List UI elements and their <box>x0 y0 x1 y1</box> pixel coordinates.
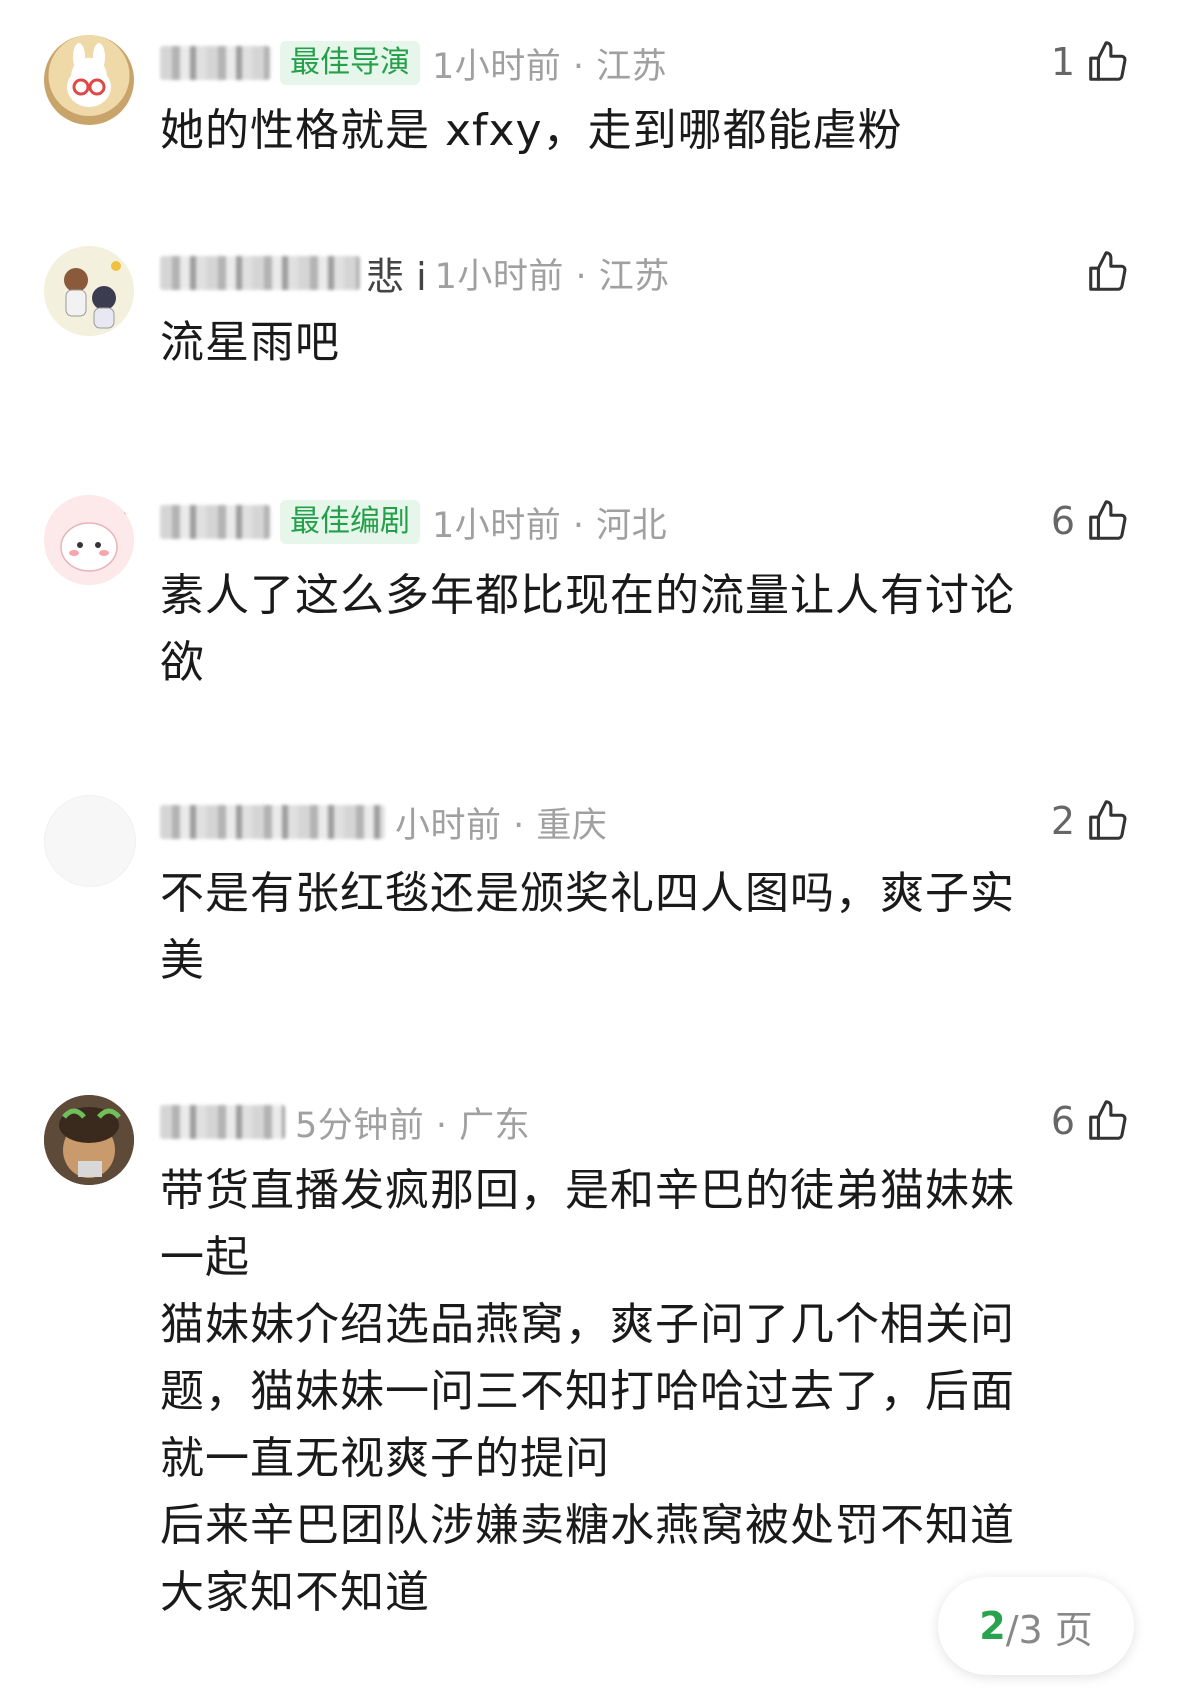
comment-text: 她的性格就是 xfxy，走到哪都能虐粉 <box>160 105 903 156</box>
comment-meta: 悲 i 1小时前 · 江苏 <box>160 248 670 299</box>
username-partial: 悲 i <box>366 254 427 299</box>
comment-meta: 5分钟前 · 广东 <box>160 1097 530 1147</box>
thumbs-up-icon <box>1085 39 1131 85</box>
avatar-image-icon <box>44 1095 134 1185</box>
comment-text: 带货直播发疯那回，是和辛巴的徒弟猫妹妹 一起 猫妹妹介绍选品燕窝，爽子问了几个相… <box>160 1165 1015 1618</box>
avatar[interactable] <box>44 1095 134 1185</box>
avatar[interactable] <box>44 795 136 887</box>
thumbs-up-icon <box>1085 1098 1131 1144</box>
time-location: 小时前 · 重庆 <box>395 805 608 846</box>
like-button[interactable]: 6 <box>1051 491 1131 551</box>
avatar[interactable] <box>44 495 134 585</box>
username-blurred[interactable] <box>160 505 270 539</box>
thumbs-up-icon <box>1085 249 1131 295</box>
comment-text: 不是有张红毯还是颁奖礼四人图吗，爽子实 美 <box>160 868 1015 986</box>
comment-text: 素人了这么多年都比现在的流量让人有讨论 欲 <box>160 570 1015 688</box>
like-button[interactable] <box>1085 242 1131 302</box>
username-blurred[interactable] <box>160 1105 285 1139</box>
like-count: 6 <box>1050 499 1075 543</box>
award-badge: 最佳导演 <box>280 41 420 85</box>
like-count: 2 <box>1050 799 1075 843</box>
comment-meta: 最佳导演 1小时前 · 江苏 <box>160 38 667 88</box>
current-page: 2 <box>979 1604 1006 1648</box>
avatar[interactable] <box>44 246 134 336</box>
time-location: 1小时前 · 江苏 <box>434 256 670 297</box>
like-button[interactable]: 1 <box>1051 32 1131 92</box>
total-pages: /3 页 <box>1005 1607 1093 1652</box>
avatar-image-icon <box>67 43 111 107</box>
comment-item: 最佳导演 1小时前 · 江苏 1 她的性格就是 xfxy，走到哪都能虐粉 <box>0 0 1177 200</box>
comment-text: 流星雨吧 <box>160 317 340 368</box>
comment-meta: 小时前 · 重庆 <box>160 797 607 847</box>
time-location: 5分钟前 · 广东 <box>295 1105 531 1146</box>
like-count: 1 <box>1050 40 1075 84</box>
username-blurred[interactable] <box>160 805 385 839</box>
thumbs-up-icon <box>1085 498 1131 544</box>
avatar-image-icon <box>44 495 134 585</box>
like-button[interactable]: 2 <box>1051 791 1131 851</box>
username-blurred[interactable] <box>160 256 360 290</box>
page-indicator[interactable]: 2 /3 页 <box>938 1577 1134 1675</box>
like-button[interactable]: 6 <box>1051 1091 1131 1151</box>
time-location: 1小时前 · 河北 <box>432 505 668 546</box>
username-blurred[interactable] <box>160 46 270 80</box>
avatar[interactable] <box>44 35 134 125</box>
like-count: 6 <box>1050 1099 1075 1143</box>
avatar-image-icon <box>44 246 134 336</box>
thumbs-up-icon <box>1085 798 1131 844</box>
award-badge: 最佳编剧 <box>280 500 420 544</box>
comment-meta: 最佳编剧 1小时前 · 河北 <box>160 497 667 547</box>
time-location: 1小时前 · 江苏 <box>432 46 668 87</box>
